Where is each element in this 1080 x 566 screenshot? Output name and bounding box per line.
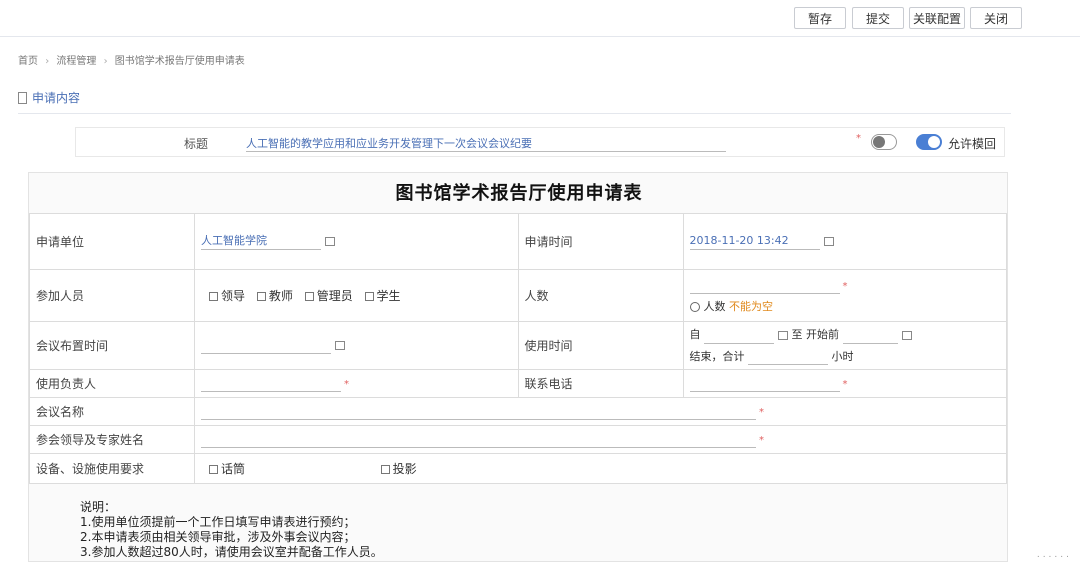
participants-label: 参加人员 xyxy=(29,269,195,322)
note-item: 3.参加人数超过80人时，请使用会议室并配备工作人员。 xyxy=(80,545,383,559)
form-title: 图书馆学术报告厅使用申请表 xyxy=(395,183,643,204)
checkbox[interactable] xyxy=(256,292,266,301)
equipment-option: 话筒 xyxy=(221,462,246,476)
checkbox[interactable] xyxy=(209,465,218,474)
subject-label: 标题 xyxy=(184,137,209,151)
calendar-icon[interactable] xyxy=(335,341,345,350)
participant-option: 领导 xyxy=(221,289,246,303)
meeting-name-label: 会议名称 xyxy=(29,397,195,426)
allow-return-label: 允许模回 xyxy=(948,137,997,151)
related-config-button[interactable]: 关联配置 xyxy=(909,7,965,29)
apply-time-label: 申请时间 xyxy=(517,213,684,270)
toggle-knob xyxy=(928,136,940,148)
submit-button[interactable]: 提交 xyxy=(852,7,904,29)
breadcrumb-separator: › xyxy=(103,56,108,67)
save-draft-button[interactable]: 暂存 xyxy=(794,7,846,29)
start-label: 开始前 xyxy=(806,328,839,341)
from-label: 自 xyxy=(689,328,701,341)
close-button[interactable]: 关闭 xyxy=(970,7,1022,29)
calendar-icon[interactable] xyxy=(901,330,912,340)
count-warning: 不能为空 xyxy=(729,300,773,313)
required-icon: * xyxy=(842,281,848,292)
form-grid: 申请单位 人工智能学院 申请时间 2018-11-20 13:42 参加人员 领… xyxy=(29,213,1007,484)
end-label: 结束，合计 xyxy=(689,349,745,363)
checkbox[interactable] xyxy=(380,465,390,474)
top-toolbar: 暂存 提交 关联配置 关闭 xyxy=(0,0,1080,37)
required-icon: * xyxy=(759,435,764,446)
leaders-label: 参会领导及专家姓名 xyxy=(29,425,195,454)
use-end-input[interactable] xyxy=(842,327,898,344)
phone-input[interactable] xyxy=(689,375,840,392)
allow-return-toggle[interactable] xyxy=(916,134,942,150)
breadcrumb-current: 图书馆学术报告厅使用申请表 xyxy=(114,56,245,67)
checkbox[interactable] xyxy=(364,292,374,301)
use-time-label: 使用时间 xyxy=(517,321,684,370)
toggle-knob xyxy=(873,136,885,148)
person-in-charge-input[interactable] xyxy=(201,375,341,392)
dropdown-icon[interactable] xyxy=(325,237,335,246)
checkbox[interactable] xyxy=(209,292,218,301)
calendar-icon[interactable] xyxy=(778,330,788,340)
required-icon: * xyxy=(842,379,848,390)
subject-row: 标题 人工智能的教学应用和应业务开发管理下一次会议会议纪要 * 允许模回 xyxy=(75,127,1005,157)
notes-title: 说明： xyxy=(80,500,117,514)
to-label: 至 xyxy=(791,328,803,341)
section-title: 申请内容 xyxy=(18,89,80,107)
layout-time-input[interactable] xyxy=(201,337,331,354)
equipment-option: 投影 xyxy=(392,462,417,476)
equipment-label: 设备、设施使用要求 xyxy=(29,453,195,484)
hours-label: 小时 xyxy=(831,349,854,363)
participant-option: 学生 xyxy=(376,289,401,303)
layout-time-label: 会议布置时间 xyxy=(29,321,195,370)
apply-time-input[interactable]: 2018-11-20 13:42 xyxy=(689,233,820,250)
subject-input[interactable]: 人工智能的教学应用和应业务开发管理下一次会议会议纪要 xyxy=(246,135,726,152)
apply-unit-input[interactable]: 人工智能学院 xyxy=(201,233,321,250)
leaders-input[interactable] xyxy=(201,431,756,448)
count-hint: 人数 xyxy=(703,300,726,313)
note-item: 2.本申请表须由相关领导审批，涉及外事会议内容； xyxy=(80,530,356,544)
participant-option: 教师 xyxy=(268,289,293,303)
total-hours-input[interactable] xyxy=(748,348,828,365)
checkbox[interactable] xyxy=(304,292,314,301)
note-item: 1.使用单位须提前一个工作日填写申请表进行预约； xyxy=(80,515,356,529)
section-divider xyxy=(18,113,1011,114)
phone-label: 联系电话 xyxy=(517,369,684,398)
breadcrumb-process[interactable]: 流程管理 xyxy=(56,56,96,67)
breadcrumb-separator: › xyxy=(45,56,50,67)
toggle-off[interactable] xyxy=(871,134,897,150)
breadcrumb-home[interactable]: 首页 xyxy=(18,56,38,67)
required-icon: * xyxy=(344,379,349,390)
count-input[interactable] xyxy=(689,277,840,294)
document-icon xyxy=(18,92,27,104)
section-title-text: 申请内容 xyxy=(32,91,81,105)
required-icon: * xyxy=(759,407,764,418)
use-start-input[interactable] xyxy=(704,327,774,344)
count-label: 人数 xyxy=(517,269,684,322)
meeting-name-input[interactable] xyxy=(201,403,756,420)
notes: 说明： 1.使用单位须提前一个工作日填写申请表进行预约； 2.本申请表须由相关领… xyxy=(80,500,383,560)
person-in-charge-label: 使用负责人 xyxy=(29,369,195,398)
apply-unit-label: 申请单位 xyxy=(29,213,195,270)
calendar-icon[interactable] xyxy=(823,237,834,246)
info-icon xyxy=(689,302,700,312)
breadcrumb: 首页 › 流程管理 › 图书馆学术报告厅使用申请表 xyxy=(18,52,245,67)
participant-option: 管理员 xyxy=(316,289,353,303)
required-icon: * xyxy=(856,133,861,144)
resize-dots-icon: ...... xyxy=(1036,550,1072,560)
